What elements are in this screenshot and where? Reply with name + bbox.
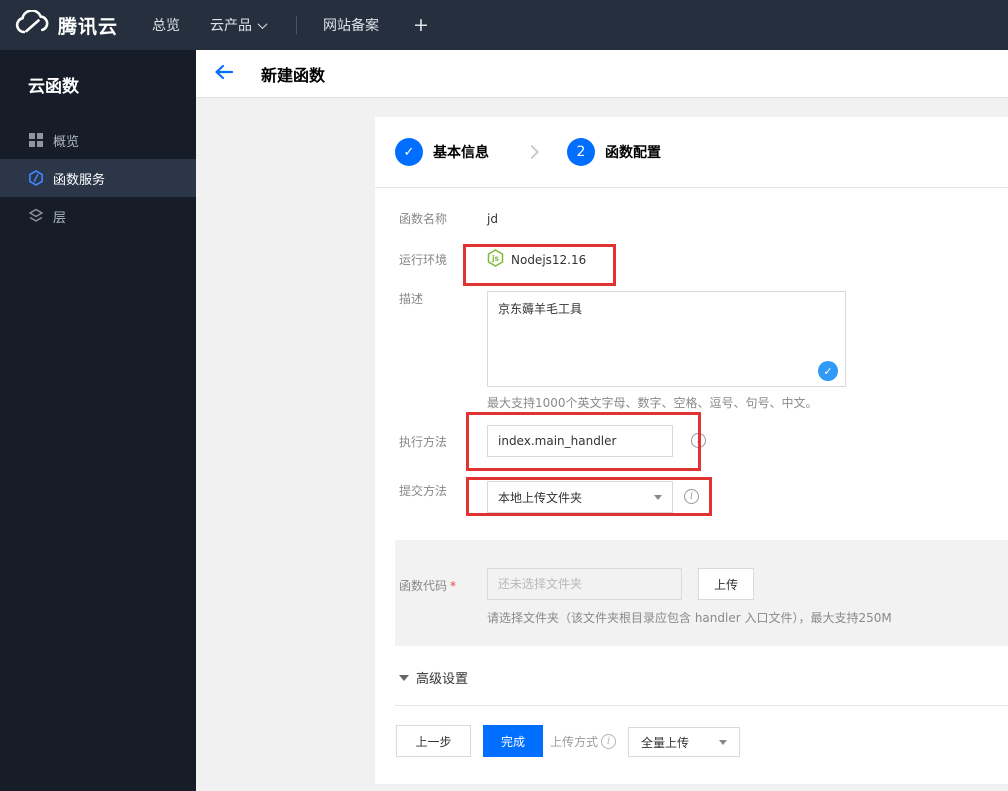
topnav-divider bbox=[296, 16, 298, 34]
description-label: 描述 bbox=[399, 292, 424, 306]
sidebar-layers-label: 层 bbox=[53, 210, 67, 226]
description-textarea[interactable]: 京东薅羊毛工具 bbox=[487, 291, 846, 387]
dropdown-caret-icon bbox=[719, 739, 727, 745]
step2-circle: 2 bbox=[567, 138, 595, 166]
triangle-down-icon bbox=[399, 674, 409, 681]
upload-mode-group: 上传方式 i bbox=[550, 733, 617, 750]
brand-name: 腾讯云 bbox=[58, 15, 119, 38]
step1-label: 基本信息 bbox=[433, 145, 489, 161]
page-title: 新建函数 bbox=[261, 65, 326, 85]
submit-method-info-icon[interactable]: i bbox=[684, 489, 699, 504]
create-function-card: ✓ 基本信息 2 函数配置 函数名称 jd 运行环境 js Nodejs12.1… bbox=[375, 117, 1008, 784]
footer-divider bbox=[395, 705, 1008, 706]
valid-check-badge: ✓ bbox=[818, 361, 838, 381]
upload-mode-label: 上传方式 bbox=[550, 735, 599, 749]
handler-input[interactable] bbox=[487, 425, 673, 457]
sidebar-item-overview[interactable]: 概览 bbox=[0, 121, 196, 159]
topnav-item-overview[interactable]: 总览 bbox=[152, 15, 180, 35]
handler-label: 执行方法 bbox=[399, 435, 448, 449]
step1-circle: ✓ bbox=[395, 138, 423, 166]
topnav-beian-label: 网站备案 bbox=[323, 18, 380, 34]
check-icon: ✓ bbox=[403, 144, 415, 160]
back-button[interactable] bbox=[214, 64, 234, 84]
handler-info-icon[interactable]: i bbox=[691, 433, 706, 448]
top-nav-items: 总览 云产品 网站备案 + bbox=[152, 14, 429, 36]
tencent-cloud-logo[interactable]: 腾讯云 bbox=[14, 8, 119, 41]
sidebar-item-function-service[interactable]: 函数服务 bbox=[0, 159, 196, 197]
page-header: 新建函数 bbox=[196, 50, 1008, 98]
function-code-label-text: 函数代码 bbox=[399, 579, 448, 593]
prev-step-button[interactable]: 上一步 bbox=[396, 725, 471, 757]
cloud-logo-icon bbox=[14, 8, 50, 41]
topnav-item-beian[interactable]: 网站备案 bbox=[323, 15, 379, 35]
sidebar-item-layers[interactable]: 层 bbox=[0, 197, 196, 235]
submit-method-value: 本地上传文件夹 bbox=[498, 490, 583, 505]
sidebar-product-title: 云函数 bbox=[28, 77, 79, 97]
upload-button[interactable]: 上传 bbox=[698, 568, 754, 600]
advanced-settings-toggle[interactable]: 高级设置 bbox=[399, 668, 468, 687]
back-arrow-icon bbox=[214, 64, 234, 84]
submit-method-label: 提交方法 bbox=[399, 484, 448, 498]
description-hint: 最大支持1000个英文字母、数字、空格、逗号、句号、中文。 bbox=[487, 396, 818, 410]
upload-mode-info-icon[interactable]: i bbox=[601, 734, 617, 749]
function-code-section: 函数代码* 上传 请选择文件夹（该文件夹根目录应包含 handler 入口文件）… bbox=[395, 540, 1008, 646]
function-code-hint: 请选择文件夹（该文件夹根目录应包含 handler 入口文件），最大支持250M bbox=[487, 611, 892, 625]
layers-icon bbox=[28, 208, 44, 224]
dropdown-caret-icon bbox=[654, 494, 662, 500]
step-chevron-icon bbox=[524, 144, 540, 160]
folder-path-input[interactable] bbox=[487, 568, 682, 600]
topnav-item-products[interactable]: 云产品 bbox=[210, 15, 268, 35]
advanced-settings-label: 高级设置 bbox=[416, 672, 469, 687]
chevron-down-icon bbox=[257, 18, 268, 29]
submit-method-dropdown[interactable]: 本地上传文件夹 bbox=[487, 481, 673, 513]
runtime-value-group: js Nodejs12.16 bbox=[487, 249, 586, 271]
step2-number: 2 bbox=[576, 144, 586, 160]
scf-hexagon-icon bbox=[28, 170, 44, 186]
nodejs-icon: js bbox=[487, 249, 504, 271]
sidebar-menu: 概览 函数服务 层 bbox=[0, 121, 196, 235]
sidebar-overview-label: 概览 bbox=[53, 134, 80, 150]
stepper: ✓ 基本信息 2 函数配置 bbox=[375, 117, 1008, 188]
grid-icon bbox=[28, 132, 44, 148]
sidebar: 云函数 概览 函数服务 层 bbox=[0, 50, 196, 791]
tencent-cloud-console: 腾讯云 总览 云产品 网站备案 + 云函数 概览 函数服务 层 新建函数 ✓ 基… bbox=[0, 0, 1008, 791]
top-navbar: 腾讯云 总览 云产品 网站备案 + bbox=[0, 0, 1008, 50]
topnav-overview-label: 总览 bbox=[152, 18, 181, 34]
runtime-value: Nodejs12.16 bbox=[511, 253, 587, 267]
svg-text:js: js bbox=[491, 254, 500, 263]
topnav-products-label: 云产品 bbox=[210, 18, 253, 34]
upload-mode-dropdown[interactable]: 全量上传 bbox=[628, 727, 740, 757]
function-code-label: 函数代码 * bbox=[399, 577, 456, 594]
function-name-label: 函数名称 bbox=[399, 212, 448, 226]
upload-mode-value: 全量上传 bbox=[641, 735, 690, 750]
required-asterisk: * bbox=[450, 579, 457, 593]
finish-button[interactable]: 完成 bbox=[483, 725, 543, 757]
function-name-value: jd bbox=[487, 212, 498, 226]
sidebar-function-service-label: 函数服务 bbox=[53, 172, 106, 188]
runtime-label: 运行环境 bbox=[399, 253, 448, 267]
step2-label: 函数配置 bbox=[605, 145, 661, 161]
add-tab-icon[interactable]: + bbox=[413, 14, 429, 36]
